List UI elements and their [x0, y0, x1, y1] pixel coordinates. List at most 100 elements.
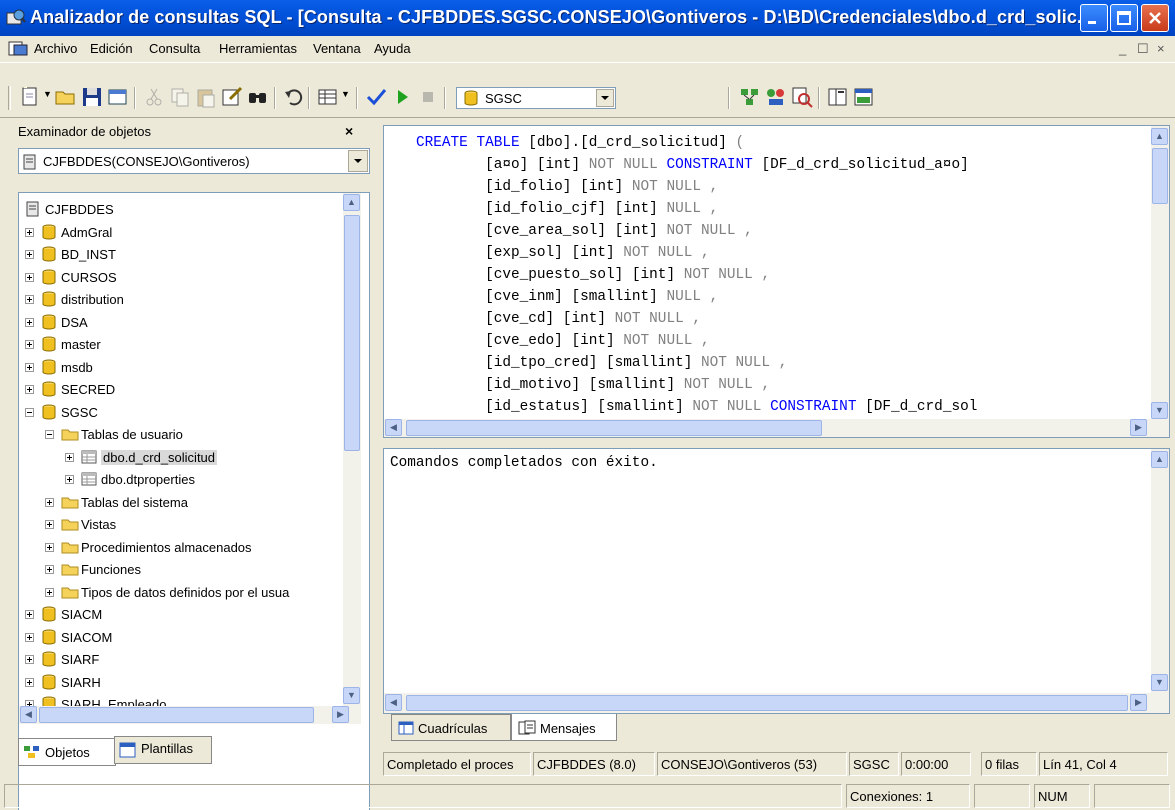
- menu-consulta[interactable]: Consulta: [149, 41, 200, 56]
- results-pane[interactable]: Comandos completados con éxito. ▲ ▼ ◀ ▶: [383, 448, 1170, 714]
- expand-icon[interactable]: [25, 362, 34, 372]
- object-browser-close-button[interactable]: ×: [345, 123, 353, 139]
- menu-archivo[interactable]: Archivo: [34, 41, 77, 56]
- minimize-button[interactable]: [1080, 4, 1108, 32]
- object-browser-toggle-icon[interactable]: [826, 85, 850, 109]
- window-title: Analizador de consultas SQL - [Consulta …: [30, 7, 1093, 27]
- scroll-left-button[interactable]: ◀: [385, 694, 402, 711]
- open-folder-icon[interactable]: [54, 85, 78, 109]
- editor-vertical-scrollbar[interactable]: ▲ ▼: [1151, 126, 1169, 421]
- expand-icon[interactable]: [25, 677, 34, 687]
- scroll-right-button[interactable]: ▶: [332, 706, 349, 723]
- tab-plantillas[interactable]: Plantillas: [114, 736, 212, 764]
- menu-ayuda[interactable]: Ayuda: [374, 41, 411, 56]
- expand-icon[interactable]: [65, 475, 74, 484]
- expand-icon[interactable]: [25, 272, 34, 282]
- scroll-right-button[interactable]: ▶: [1130, 694, 1147, 711]
- code-token: [cve_puesto_sol] [int]: [416, 267, 684, 283]
- code-token: [id_estatus] [smallint]: [416, 399, 693, 415]
- analyze-icon[interactable]: [790, 85, 814, 109]
- expand-icon[interactable]: [45, 497, 54, 507]
- tab-cuadriculas[interactable]: Cuadrículas: [391, 714, 511, 741]
- status-cursor-position: Lín 41, Col 4: [1039, 752, 1168, 776]
- scroll-left-button[interactable]: ◀: [385, 419, 402, 436]
- toolbar-separator: [728, 87, 730, 109]
- expand-icon[interactable]: [25, 340, 34, 349]
- collapse-icon[interactable]: [25, 407, 34, 417]
- tab-objetos[interactable]: Objetos: [18, 738, 116, 766]
- maximize-button[interactable]: [1110, 4, 1138, 32]
- results-vertical-scrollbar[interactable]: ▲ ▼: [1151, 449, 1169, 693]
- tree-item-label: Vistas: [81, 517, 117, 532]
- new-query-icon[interactable]: [18, 85, 42, 109]
- mdi-minimize-button[interactable]: _: [1119, 41, 1126, 56]
- menu-ventana[interactable]: Ventana: [313, 41, 361, 56]
- expand-icon[interactable]: [45, 520, 54, 529]
- menu-herramientas[interactable]: Herramientas: [219, 41, 297, 56]
- results-pane-toggle-icon[interactable]: [852, 85, 876, 109]
- parse-query-icon[interactable]: [364, 85, 388, 109]
- expand-icon[interactable]: [45, 587, 54, 597]
- sql-code[interactable]: CREATE TABLE [dbo].[d_crd_solicitud] ( […: [416, 132, 977, 418]
- editor-horizontal-scrollbar[interactable]: ◀ ▶: [384, 419, 1169, 437]
- find-icon[interactable]: [246, 85, 270, 109]
- tab-mensajes[interactable]: Mensajes: [511, 714, 617, 741]
- expand-icon[interactable]: [25, 227, 34, 237]
- scroll-left-button[interactable]: ◀: [20, 706, 37, 723]
- new-dropdown-icon[interactable]: ▼: [43, 89, 52, 99]
- undo-icon[interactable]: [282, 85, 306, 109]
- collapse-icon[interactable]: [45, 430, 54, 439]
- server-select-arrow[interactable]: [348, 150, 368, 172]
- expand-icon[interactable]: [25, 385, 34, 394]
- tree-vscroll-thumb[interactable]: [344, 215, 360, 451]
- pane-splitter[interactable]: [383, 438, 1170, 448]
- expand-icon[interactable]: [65, 452, 74, 462]
- expand-icon[interactable]: [45, 565, 54, 574]
- scroll-up-button[interactable]: ▲: [343, 194, 360, 211]
- copy-icon[interactable]: [168, 85, 192, 109]
- execute-query-icon[interactable]: [390, 85, 414, 109]
- scroll-up-button[interactable]: ▲: [1151, 128, 1168, 145]
- scroll-down-button[interactable]: ▼: [1151, 674, 1168, 691]
- expand-icon[interactable]: [25, 632, 34, 642]
- scroll-down-button[interactable]: ▼: [1151, 402, 1168, 419]
- tree-vertical-scrollbar[interactable]: ▲ ▼: [343, 193, 361, 706]
- expand-icon[interactable]: [25, 610, 34, 619]
- server-select[interactable]: CJFBDDES(CONSEJO\Gontiveros): [18, 148, 370, 174]
- display-plan-icon[interactable]: [738, 85, 762, 109]
- editor-vscroll-thumb[interactable]: [1152, 148, 1168, 204]
- results-mode-icon[interactable]: [316, 85, 340, 109]
- cut-icon[interactable]: [142, 85, 166, 109]
- toolbar-grip[interactable]: [8, 86, 11, 110]
- expand-icon[interactable]: [25, 295, 34, 304]
- tab-plantillas-label: Plantillas: [141, 741, 194, 756]
- results-mode-dropdown-icon[interactable]: ▼: [341, 89, 350, 99]
- expand-icon[interactable]: [45, 542, 54, 552]
- results-hscroll-thumb[interactable]: [406, 695, 1128, 711]
- cancel-query-icon[interactable]: [416, 85, 440, 109]
- database-select[interactable]: SGSC: [456, 87, 616, 109]
- scroll-right-button[interactable]: ▶: [1130, 419, 1147, 436]
- tree-hscroll-thumb[interactable]: [39, 707, 314, 723]
- expand-icon[interactable]: [25, 317, 34, 327]
- insert-template-icon[interactable]: [106, 85, 130, 109]
- mdi-restore-button[interactable]: ☐: [1137, 41, 1149, 57]
- close-button[interactable]: [1141, 4, 1169, 32]
- mdi-close-button[interactable]: ×: [1157, 41, 1165, 56]
- paste-icon[interactable]: [194, 85, 218, 109]
- results-horizontal-scrollbar[interactable]: ◀ ▶: [384, 693, 1169, 713]
- expand-icon[interactable]: [25, 250, 34, 259]
- scroll-up-button[interactable]: ▲: [1151, 451, 1168, 468]
- save-icon[interactable]: [80, 85, 104, 109]
- menu-bar: Archivo Edición Consulta Herramientas Ve…: [0, 36, 1175, 62]
- expand-icon[interactable]: [25, 655, 34, 664]
- code-token: NOT NULL: [588, 157, 667, 173]
- menu-edicion[interactable]: Edición: [90, 41, 133, 56]
- clear-window-icon[interactable]: [220, 85, 244, 109]
- query-editor[interactable]: CREATE TABLE [dbo].[d_crd_solicitud] ( […: [383, 125, 1170, 438]
- index-tuning-icon[interactable]: [764, 85, 788, 109]
- database-select-arrow[interactable]: [596, 89, 614, 107]
- scroll-down-button[interactable]: ▼: [343, 687, 360, 704]
- tree-horizontal-scrollbar[interactable]: ◀ ▶: [19, 706, 361, 724]
- editor-hscroll-thumb[interactable]: [406, 420, 822, 436]
